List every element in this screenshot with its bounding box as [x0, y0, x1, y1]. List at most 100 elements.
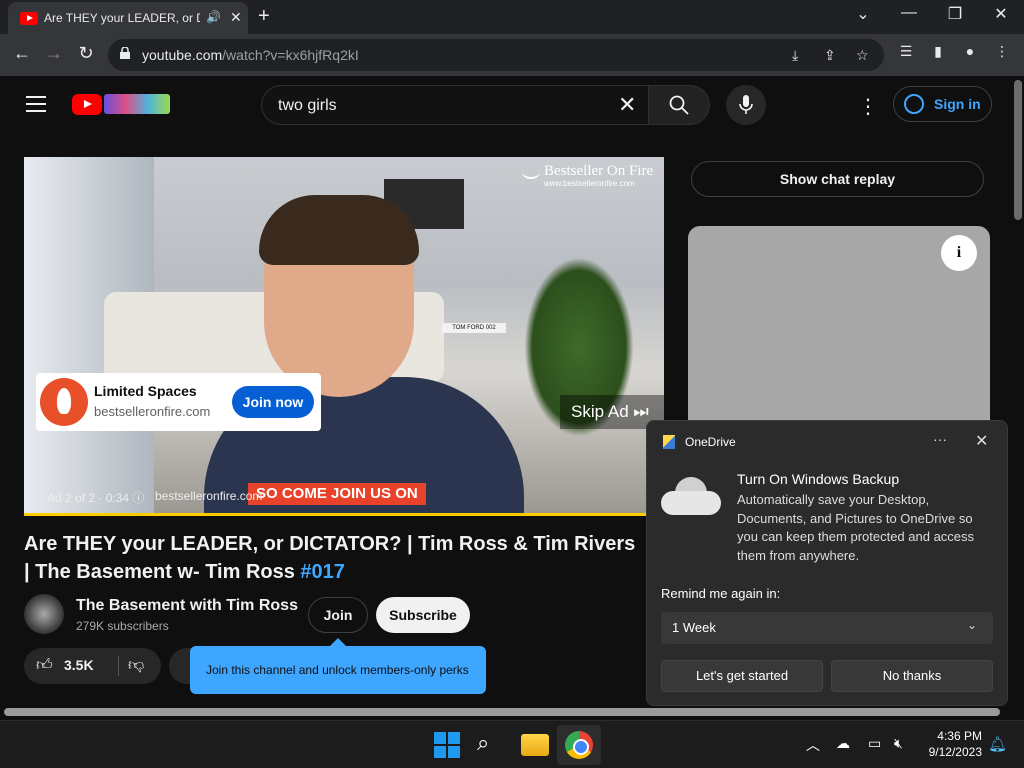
thumbs-up-icon[interactable]: 👍︎: [36, 656, 53, 675]
folder-icon[interactable]: [521, 734, 549, 756]
no-thanks-button[interactable]: No thanks: [831, 660, 993, 692]
reload-icon[interactable]: ↻: [74, 43, 98, 64]
windows-taskbar: ⌕ ︿ ☁ ▭ 🔇︎ 4:36 PM 9/12/2023 🔔︎: [0, 720, 1024, 768]
notification-heading: Turn On Windows Backup: [737, 471, 900, 487]
url-text: youtube.com/watch?v=kx6hjfRq2kI: [142, 47, 359, 63]
search-button[interactable]: [648, 85, 710, 125]
taskbar-search-icon[interactable]: ⌕: [477, 730, 505, 758]
video-title: Are THEY your LEADER, or DICTATOR? | Tim…: [24, 533, 636, 583]
youtube-doodle[interactable]: [104, 94, 170, 114]
subscriber-count: 279K subscribers: [76, 619, 169, 633]
restore-icon[interactable]: ❐: [932, 4, 978, 24]
window-close-icon[interactable]: ✕: [978, 4, 1024, 24]
lock-icon: [120, 47, 130, 59]
network-icon[interactable]: ▭: [868, 735, 881, 752]
ad-url-link[interactable]: bestselleronfire.com: [155, 489, 262, 503]
browser-tab[interactable]: Are THEY your LEADER, or DICTATOR? | Tim…: [8, 2, 248, 34]
hamburger-icon[interactable]: [26, 96, 46, 112]
scrollbar-thumb[interactable]: [4, 708, 1000, 716]
book-icon: [522, 165, 540, 179]
like-count: 3.5K: [64, 657, 94, 673]
more-options-icon[interactable]: ···: [933, 431, 947, 447]
tab-title: Are THEY your LEADER, or DICTATOR? | Tim…: [44, 11, 200, 25]
youtube-header: two girls ✕ ⋮ Sign in: [0, 76, 1012, 134]
join-now-button[interactable]: Join now: [232, 386, 314, 418]
chrome-icon[interactable]: [565, 731, 593, 759]
onedrive-notification: OneDrive ··· ✕ Turn On Windows Backup Au…: [646, 420, 1008, 706]
bell-icon[interactable]: 🔔︎: [988, 735, 1007, 753]
volume-muted-icon[interactable]: 🔇︎: [894, 735, 903, 752]
forward-icon[interactable]: →: [42, 43, 66, 64]
youtube-logo[interactable]: [72, 94, 102, 115]
chrome-menu-icon[interactable]: ⋮: [990, 43, 1014, 60]
onedrive-tray-icon[interactable]: ☁: [836, 735, 850, 752]
close-tab-icon[interactable]: ✕: [230, 9, 242, 26]
voice-search-button[interactable]: [726, 85, 766, 125]
user-circle-icon: [904, 94, 924, 114]
minimize-icon[interactable]: —: [886, 4, 932, 22]
divider: [118, 656, 119, 676]
mic-icon: [739, 95, 753, 114]
sign-in-label: Sign in: [934, 96, 981, 112]
onedrive-icon: [663, 435, 675, 449]
chevron-down-icon: ⌄: [967, 618, 978, 632]
show-chat-replay-button[interactable]: Show chat replay: [691, 161, 984, 197]
youtube-favicon: [20, 12, 38, 25]
cloud-icon: [661, 477, 721, 515]
system-clock[interactable]: 4:36 PM 9/12/2023: [920, 728, 982, 760]
remind-label: Remind me again in:: [661, 586, 781, 601]
remind-select[interactable]: 1 Week ⌄: [661, 612, 993, 644]
new-tab-plus-icon[interactable]: +: [258, 5, 270, 28]
scrollbar-thumb[interactable]: [1014, 80, 1022, 220]
speaker-icon[interactable]: 🔊: [206, 10, 221, 24]
clock-time: 4:36 PM: [937, 729, 982, 743]
notification-app-name: OneDrive: [685, 435, 736, 449]
sidepanel-icon[interactable]: ▮: [926, 43, 950, 60]
ad-overlay-card[interactable]: Limited Spaces bestselleronfire.com Join…: [36, 373, 321, 431]
reading-list-icon[interactable]: ☰: [894, 43, 918, 60]
search-value: two girls: [278, 97, 337, 114]
sign-in-button[interactable]: Sign in: [893, 86, 992, 122]
video-presenter: [204, 187, 524, 516]
ad-card-title: Limited Spaces: [94, 383, 197, 399]
clear-search-icon[interactable]: ✕: [618, 92, 636, 118]
remind-value: 1 Week: [672, 620, 716, 635]
info-icon: ⓘ: [132, 491, 145, 505]
join-button[interactable]: Join: [308, 597, 368, 633]
subscribe-button[interactable]: Subscribe: [376, 597, 470, 633]
like-dislike-bar: 👍︎ 3.5K 👎︎: [24, 648, 161, 684]
flame-logo-icon: [40, 378, 88, 426]
hashtag-link[interactable]: #017: [300, 561, 345, 583]
companion-ad-panel: i: [688, 226, 990, 426]
ad-info-text: Ad 2 of 2 · 0:34 ⓘ: [47, 491, 145, 505]
settings-kebab-icon[interactable]: ⋮: [858, 94, 878, 119]
chevron-up-icon[interactable]: ︿: [806, 735, 820, 755]
ad-card-site: bestselleronfire.com: [94, 404, 211, 419]
channel-avatar[interactable]: [24, 594, 64, 634]
video-progress-bar[interactable]: [24, 513, 664, 516]
lets-get-started-button[interactable]: Let's get started: [661, 660, 823, 692]
search-input[interactable]: two girls ✕: [261, 85, 649, 125]
horizontal-scrollbar[interactable]: [0, 704, 1012, 720]
video-player[interactable]: TOM FORD 002 Bestseller On Fire www.best…: [24, 157, 664, 516]
back-icon[interactable]: ←: [10, 43, 34, 64]
profile-icon[interactable]: ●: [958, 43, 982, 59]
vertical-scrollbar[interactable]: [1012, 76, 1024, 704]
download-icon[interactable]: ⤓: [792, 47, 798, 64]
browser-tab-strip: Are THEY your LEADER, or DICTATOR? | Tim…: [0, 0, 1024, 34]
thumbs-down-icon[interactable]: 👎︎: [128, 656, 144, 675]
windows-start-icon[interactable]: [433, 731, 461, 759]
share-icon[interactable]: ⇪: [824, 47, 836, 64]
star-icon[interactable]: ☆: [856, 47, 869, 64]
tab-search-chevron-icon[interactable]: ⌄: [840, 4, 886, 24]
join-tooltip: Join this channel and unlock members-onl…: [190, 638, 486, 694]
skip-icon: ⏭: [633, 402, 649, 421]
channel-name[interactable]: The Basement with Tim Ross: [76, 597, 298, 615]
video-caption-banner: SO COME JOIN US ON: [248, 483, 426, 505]
notification-body: Automatically save your Desktop, Documen…: [737, 492, 975, 563]
video-brand-watermark: Bestseller On Fire www.bestselleronfire.…: [496, 163, 658, 189]
info-icon[interactable]: i: [941, 235, 977, 271]
address-bar[interactable]: youtube.com/watch?v=kx6hjfRq2kI ⤓ ⇪ ☆: [108, 39, 884, 71]
browser-toolbar: ← → ↻ youtube.com/watch?v=kx6hjfRq2kI ⤓ …: [0, 34, 1024, 76]
close-icon[interactable]: ✕: [975, 431, 988, 451]
